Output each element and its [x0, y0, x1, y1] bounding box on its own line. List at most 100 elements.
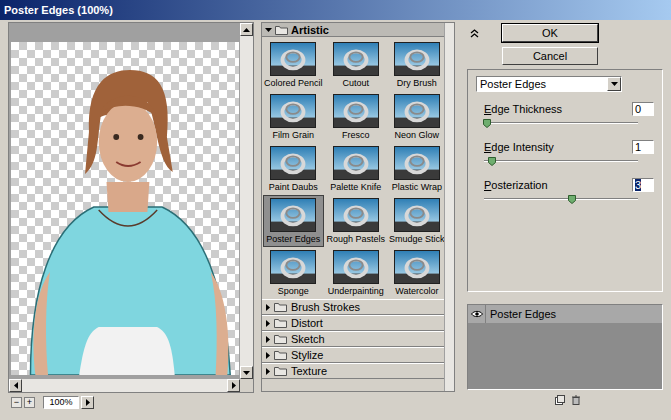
thumbnail-image — [394, 198, 440, 232]
filter-label: Sponge — [278, 286, 309, 297]
expand-triangle-icon — [266, 304, 270, 311]
filter-label: Paint Daubs — [269, 182, 318, 193]
filter-dropdown[interactable]: Poster Edges — [476, 76, 622, 92]
slider-thumb[interactable] — [483, 118, 491, 127]
filter-thumbnail[interactable]: Film Grain — [263, 91, 324, 143]
folder-icon — [274, 366, 287, 376]
thumbnail-image — [333, 198, 379, 232]
delete-layer-button[interactable] — [571, 395, 581, 407]
effect-layer-row[interactable]: Poster Edges — [468, 305, 662, 323]
value-field[interactable]: 1 — [632, 140, 654, 154]
thumbnail-image — [333, 94, 379, 128]
expand-triangle-icon — [266, 320, 270, 327]
category-label: Sketch — [291, 333, 325, 345]
slider-track[interactable] — [484, 160, 638, 162]
filter-thumbnail[interactable]: Cutout — [326, 39, 387, 91]
filter-grid: Colored PencilCutout Dry Brush Film GrainF… — [262, 37, 444, 299]
scroll-down-button[interactable] — [240, 366, 253, 379]
slider-label: Posterization — [484, 179, 548, 191]
filter-thumbnail[interactable]: Paint Daubs — [263, 143, 324, 195]
zoom-in-button[interactable]: + — [24, 397, 35, 408]
settings-panel: Poster Edges Edge Thickness0 Edge Intensit… — [467, 69, 663, 292]
value-text: 3 — [635, 179, 641, 191]
thumbnail-image — [333, 42, 379, 76]
dialog-body: −+100% Artistic Colored PencilCutout Dry Br… — [0, 20, 671, 409]
zoom-menu-icon — [86, 399, 90, 406]
visibility-toggle[interactable] — [468, 305, 486, 323]
slider-thumb[interactable] — [488, 156, 496, 165]
filter-label: Dry Brush — [397, 78, 437, 89]
filter-thumbnail[interactable]: Sponge — [263, 247, 324, 299]
slider-head: Posterization 3 — [484, 178, 654, 192]
filter-thumbnail[interactable]: Palette Knife — [326, 143, 387, 195]
filter-thumbnail[interactable]: Plastic Wrap — [388, 143, 446, 195]
zoom-bar: −+100% — [8, 396, 254, 409]
scroll-up-button[interactable] — [240, 23, 253, 36]
dropdown-button[interactable] — [607, 77, 621, 91]
filter-thumbnail[interactable]: Rough Pastels — [326, 195, 387, 247]
horizontal-scrollbar[interactable] — [9, 379, 240, 392]
category-row[interactable]: Distort — [262, 315, 444, 331]
value-text: 1 — [635, 141, 641, 153]
thumbnail-image — [270, 42, 316, 76]
collapse-button[interactable] — [470, 28, 479, 65]
zoom-out-button[interactable]: − — [11, 397, 22, 408]
scroll-left-button[interactable] — [9, 379, 22, 392]
filter-label: Underpainting — [328, 286, 384, 297]
preview-canvas[interactable] — [9, 23, 240, 379]
value-text: 0 — [635, 103, 641, 115]
dialog-buttons: OK Cancel — [502, 24, 598, 65]
thumbnail-image — [270, 146, 316, 180]
slider-track[interactable] — [484, 122, 638, 124]
filter-label: Watercolor — [395, 286, 438, 297]
gallery-scrollbar[interactable] — [444, 23, 454, 391]
category-row[interactable]: Texture — [262, 363, 444, 379]
category-row[interactable]: Brush Strokes — [262, 299, 444, 315]
slider-row: Posterization 3 — [476, 178, 654, 206]
slider-head: Edge Thickness0 — [484, 102, 654, 116]
vertical-scrollbar[interactable] — [240, 23, 253, 379]
filter-thumbnail[interactable]: Watercolor — [388, 247, 446, 299]
category-row[interactable]: Stylize — [262, 347, 444, 363]
filter-thumbnail[interactable]: Fresco — [326, 91, 387, 143]
scroll-right-button[interactable] — [227, 379, 240, 392]
filter-thumbnail[interactable]: Smudge Stick — [388, 195, 446, 247]
zoom-field[interactable]: 100% — [43, 396, 79, 409]
dropdown-value: Poster Edges — [480, 78, 546, 90]
thumbnail-image — [270, 94, 316, 128]
filter-thumbnail[interactable]: Colored Pencil — [263, 39, 324, 91]
folder-icon — [274, 334, 287, 344]
preview-column: −+100% — [8, 22, 254, 409]
dropdown-arrow-icon — [611, 82, 618, 86]
collapse-chevron-icon — [470, 29, 479, 38]
filter-thumbnail[interactable]: Neon Glow — [388, 91, 446, 143]
slider-head: Edge Intensity 1 — [484, 140, 654, 154]
ok-button[interactable]: OK — [502, 24, 598, 42]
layer-buttons — [467, 395, 663, 407]
filter-thumbnail[interactable]: Dry Brush — [388, 39, 446, 91]
zoom-menu-button[interactable] — [81, 396, 94, 409]
effect-layer-label: Poster Edges — [486, 308, 556, 320]
cancel-button[interactable]: Cancel — [502, 47, 598, 65]
slider-track[interactable] — [484, 198, 638, 200]
new-layer-icon — [555, 395, 565, 405]
category-label: Texture — [291, 365, 327, 377]
filter-label: Poster Edges — [266, 234, 320, 245]
filter-thumbnail[interactable]: Underpainting — [326, 247, 387, 299]
filter-label: Plastic Wrap — [392, 182, 442, 193]
slider-thumb[interactable] — [568, 194, 576, 203]
category-header[interactable]: Artistic — [262, 23, 444, 37]
thumbnail-image — [394, 146, 440, 180]
value-field[interactable]: 3 — [632, 178, 654, 192]
new-layer-button[interactable] — [555, 395, 565, 407]
category-row[interactable]: Sketch — [262, 331, 444, 347]
thumbnail-image — [394, 42, 440, 76]
filter-label: Colored Pencil — [264, 78, 323, 89]
thumbnail-image — [394, 94, 440, 128]
category-label: Stylize — [291, 349, 323, 361]
slider-label: Edge Intensity — [484, 141, 554, 153]
filter-thumbnail[interactable]: Poster Edges — [263, 195, 324, 247]
value-field[interactable]: 0 — [632, 102, 654, 116]
filter-label: Rough Pastels — [327, 234, 386, 245]
scroll-up-icon — [243, 28, 250, 32]
